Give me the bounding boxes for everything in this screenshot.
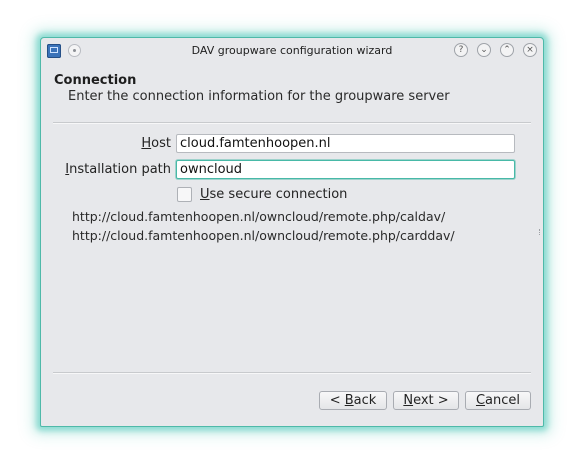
host-label: Host bbox=[101, 136, 171, 151]
cancel-text: ancel bbox=[485, 393, 521, 408]
resize-grip-icon[interactable] bbox=[539, 229, 542, 235]
footer-divider bbox=[53, 372, 531, 374]
back-prefix: < bbox=[329, 393, 345, 408]
carddav-url: http://cloud.famtenhoopen.nl/owncloud/re… bbox=[72, 228, 455, 243]
secure-label-mnemonic: U bbox=[200, 187, 210, 202]
page-subtitle: Enter the connection information for the… bbox=[68, 89, 450, 104]
wizard-window: DAV groupware configuration wizard ? ⌄ ⌃… bbox=[40, 37, 544, 427]
close-icon[interactable]: × bbox=[523, 43, 537, 57]
host-label-text: ost bbox=[151, 136, 171, 151]
header-divider bbox=[53, 122, 531, 124]
host-input[interactable]: cloud.famtenhoopen.nl bbox=[176, 134, 515, 153]
installation-path-label: Installation path bbox=[55, 162, 171, 177]
caldav-url: http://cloud.famtenhoopen.nl/owncloud/re… bbox=[72, 209, 446, 224]
help-icon[interactable]: ? bbox=[454, 43, 468, 57]
installation-path-input[interactable]: owncloud bbox=[176, 160, 515, 179]
back-text: ack bbox=[353, 393, 377, 408]
title-bar[interactable]: DAV groupware configuration wizard ? ⌄ ⌃… bbox=[41, 38, 543, 64]
maximize-icon[interactable]: ⌃ bbox=[500, 43, 514, 57]
secure-connection-checkbox[interactable] bbox=[177, 187, 192, 202]
cancel-button[interactable]: Cancel bbox=[465, 391, 531, 410]
minimize-icon[interactable]: ⌄ bbox=[477, 43, 491, 57]
next-text: ext > bbox=[413, 393, 449, 408]
next-mnemonic: N bbox=[403, 393, 414, 408]
secure-label-text: se secure connection bbox=[209, 187, 348, 202]
back-button[interactable]: < Back bbox=[319, 391, 387, 410]
next-button[interactable]: Next > bbox=[393, 391, 459, 410]
back-mnemonic: B bbox=[344, 393, 354, 408]
host-label-mnemonic: H bbox=[141, 136, 152, 151]
secure-connection-label[interactable]: Use secure connection bbox=[200, 187, 347, 202]
page-title: Connection bbox=[54, 73, 137, 88]
cancel-mnemonic: C bbox=[475, 393, 486, 408]
path-label-text: nstallation path bbox=[69, 162, 171, 177]
